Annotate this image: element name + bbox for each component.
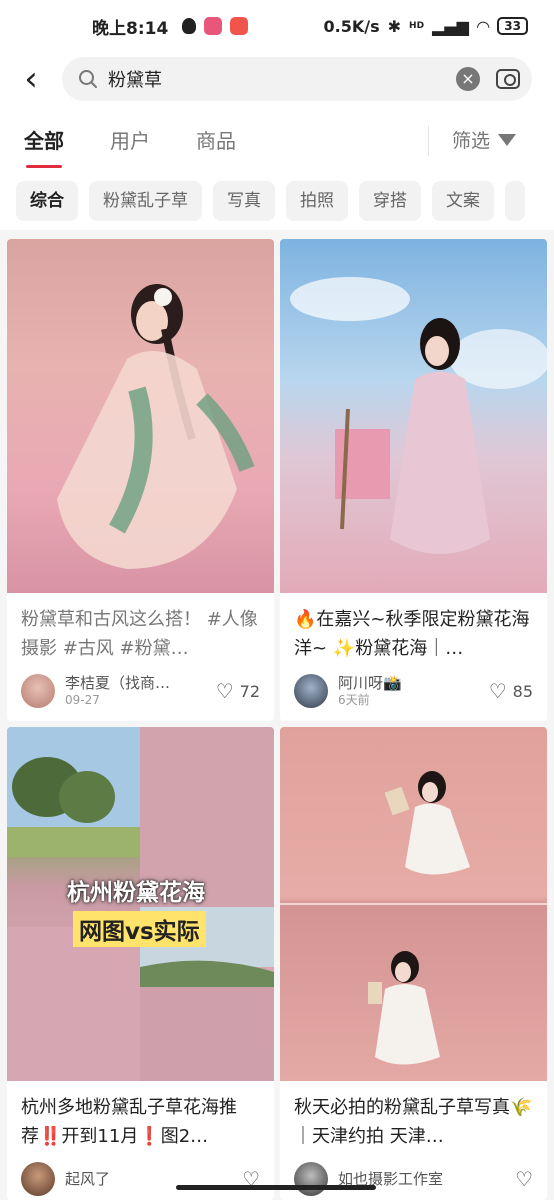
search-input[interactable]: 粉黛草 ×: [62, 57, 532, 101]
note-date: 6天前: [338, 693, 370, 707]
note-card[interactable]: 秋天必拍的粉黛乱子草写真🌾｜天津约拍 天津… 如也摄影工作室 ♡: [280, 727, 547, 1200]
funnel-icon: [498, 133, 517, 146]
heart-icon: ♡: [215, 679, 234, 703]
cover-overlay-subtitle: 网图vs实际: [73, 911, 206, 947]
avatar[interactable]: [294, 674, 328, 708]
note-cover-image[interactable]: 杭州粉黛花海 网图vs实际: [7, 727, 274, 1081]
note-date: 09-27: [65, 693, 100, 707]
search-icon: [79, 70, 97, 88]
note-title[interactable]: 粉黛草和古风这么搭！ #人像摄影 #古风 #粉黛…: [21, 605, 262, 663]
like-button[interactable]: ♡ 85: [489, 681, 533, 701]
bluetooth-icon: ✱: [387, 16, 402, 36]
portrait-illustration: [290, 277, 547, 554]
tab-users[interactable]: 用户: [110, 125, 150, 154]
keyword-chips: 综合 粉黛乱子草 写真 拍照 穿搭 文案: [0, 172, 554, 230]
status-time: 晚上8:14: [92, 18, 169, 39]
camera-icon[interactable]: [496, 69, 520, 89]
note-meta: 如也摄影工作室 ♡: [294, 1159, 533, 1199]
tab-all[interactable]: 全部: [24, 125, 64, 168]
signal-icon: ▂▄▆: [432, 16, 469, 36]
author-name[interactable]: 李桔夏（找商…: [65, 674, 185, 692]
author-block[interactable]: 阿川呀📸 6天前: [338, 674, 458, 708]
chip-more[interactable]: [505, 181, 525, 221]
note-card[interactable]: 杭州粉黛花海 网图vs实际 杭州多地粉黛乱子草花海推荐‼️开到11月❗图2… 起…: [7, 727, 274, 1200]
chip-portrait[interactable]: 写真: [213, 181, 275, 221]
author-block[interactable]: 起风了: [65, 1170, 185, 1188]
status-right: 0.5K/s ✱ HD ▂▄▆ ◠ 33: [324, 17, 528, 36]
filter-label: 筛选: [452, 130, 491, 152]
note-cover-image[interactable]: [7, 239, 274, 593]
search-query[interactable]: 粉黛草: [108, 66, 456, 92]
note-meta: 李桔夏（找商… 09-27 ♡ 72: [21, 671, 260, 711]
chip-copywriting[interactable]: 文案: [432, 181, 494, 221]
note-card[interactable]: 🔥在嘉兴~秋季限定粉黛花海洋~ ✨粉黛花海｜… 阿川呀📸 6天前 ♡ 85: [280, 239, 547, 721]
cover-overlay-title: 杭州粉黛花海: [67, 880, 205, 906]
chip-pink-muhly[interactable]: 粉黛乱子草: [89, 181, 202, 221]
network-speed: 0.5K/s: [323, 16, 380, 36]
chip-outfit[interactable]: 穿搭: [359, 181, 421, 221]
author-name[interactable]: 阿川呀📸: [338, 674, 458, 692]
note-card[interactable]: 粉黛草和古风这么搭！ #人像摄影 #古风 #粉黛… 李桔夏（找商… 09-27 …: [7, 239, 274, 721]
notes-feed: 粉黛草和古风这么搭！ #人像摄影 #古风 #粉黛… 李桔夏（找商… 09-27 …: [0, 230, 554, 1200]
chip-comprehensive[interactable]: 综合: [16, 181, 78, 221]
app-notification-icon-2: [230, 17, 249, 35]
note-meta: 起风了 ♡: [21, 1159, 260, 1199]
tab-products[interactable]: 商品: [196, 125, 236, 154]
filter-button[interactable]: 筛选: [452, 126, 517, 153]
close-circle-icon[interactable]: ×: [456, 67, 480, 91]
heart-icon: ♡: [515, 1167, 533, 1191]
search-bar: ‹ 粉黛草 ×: [0, 52, 554, 106]
note-cover-image[interactable]: [280, 727, 547, 1081]
like-button[interactable]: ♡: [515, 1169, 533, 1189]
qq-icon: [182, 18, 197, 34]
avatar[interactable]: [294, 1162, 328, 1196]
avatar[interactable]: [21, 674, 55, 708]
portrait-illustration: [280, 771, 547, 1065]
chevron-left-icon[interactable]: ‹: [0, 59, 62, 99]
signal-label: HD: [409, 21, 425, 31]
search-type-tabs: 全部 用户 商品 筛选: [0, 106, 554, 172]
avatar[interactable]: [21, 1162, 55, 1196]
wifi-icon: ◠: [476, 16, 490, 36]
tabs-divider: [428, 126, 429, 156]
like-count: 72: [239, 681, 260, 701]
heart-icon: ♡: [488, 679, 507, 703]
app-notification-icon: [204, 17, 223, 35]
author-block[interactable]: 李桔夏（找商… 09-27: [65, 674, 185, 708]
note-meta: 阿川呀📸 6天前 ♡ 85: [294, 671, 533, 711]
note-title[interactable]: 杭州多地粉黛乱子草花海推荐‼️开到11月❗图2…: [21, 1093, 262, 1151]
like-button[interactable]: ♡ 72: [216, 681, 260, 701]
battery-icon: 33: [497, 17, 528, 35]
note-cover-image[interactable]: [280, 239, 547, 593]
home-indicator[interactable]: [176, 1185, 376, 1190]
like-count: 85: [512, 681, 533, 701]
portrait-illustration: [57, 284, 255, 569]
note-title[interactable]: 🔥在嘉兴~秋季限定粉黛花海洋~ ✨粉黛花海｜…: [294, 605, 535, 663]
note-title[interactable]: 秋天必拍的粉黛乱子草写真🌾｜天津约拍 天津…: [294, 1093, 535, 1151]
author-name[interactable]: 起风了: [65, 1170, 185, 1188]
status-bar: 晚上8:14 0.5K/s ✱ HD ▂▄▆ ◠ 33: [0, 0, 554, 52]
chip-photo[interactable]: 拍照: [286, 181, 348, 221]
